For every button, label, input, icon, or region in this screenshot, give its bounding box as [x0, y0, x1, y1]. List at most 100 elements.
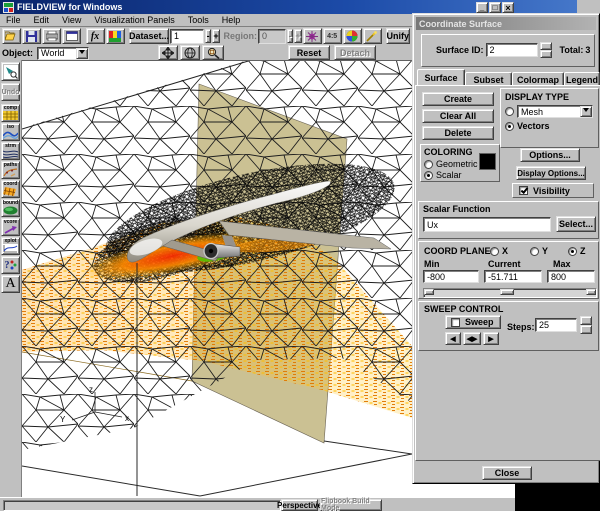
coord-slider-handle[interactable] [500, 289, 514, 295]
tool-vortex-cores[interactable]: vcore [1, 218, 20, 236]
tool-iso-surface[interactable]: iso [1, 123, 20, 141]
region-decrement-button: - [287, 29, 293, 43]
mesh-radio[interactable] [505, 107, 514, 116]
dataset-number-input[interactable] [170, 29, 204, 44]
menu-tools[interactable]: Tools [188, 15, 209, 25]
coord-plane-label: COORD PLANE: [424, 246, 490, 256]
surface-id-decrement-button[interactable] [540, 50, 552, 58]
dataset-button[interactable]: Dataset... [129, 28, 169, 44]
display-options-button[interactable]: Display Options... [516, 166, 586, 180]
dataset-increment-button[interactable]: + [212, 29, 219, 43]
min-input[interactable] [423, 270, 479, 283]
tool-streamlines[interactable]: strm [1, 142, 20, 160]
menu-visualization-panels[interactable]: Visualization Panels [94, 15, 174, 25]
pan-button[interactable] [158, 45, 178, 60]
visibility-checkbox[interactable] [519, 186, 528, 195]
surface-id-input[interactable] [486, 43, 538, 57]
reset-button[interactable]: Reset [288, 45, 330, 60]
color-wheel-button[interactable] [343, 28, 362, 44]
dialog-close-button[interactable]: Close [482, 466, 532, 480]
axis-y-label: Y [60, 415, 66, 424]
plot-icon [3, 244, 18, 253]
coord-z-radio[interactable] [568, 247, 577, 256]
tool-annotation[interactable]: A [1, 275, 20, 293]
coord-y-radio[interactable] [530, 247, 539, 256]
surface-id-increment-button[interactable] [540, 42, 552, 50]
tool-probe[interactable]: ? [1, 256, 20, 274]
view-arrow-icon [4, 65, 18, 79]
coord-slider-track[interactable] [423, 288, 597, 298]
print-button[interactable] [42, 28, 61, 44]
sweep-back-button[interactable]: ◀ [445, 332, 461, 345]
picker-button[interactable] [363, 28, 382, 44]
sweep-toggle-button[interactable]: Sweep [445, 315, 501, 329]
unify-button[interactable]: Unify [386, 28, 411, 44]
sweep-checkbox[interactable] [451, 318, 460, 327]
comp-grid-icon [3, 111, 18, 120]
steps-input[interactable] [535, 318, 577, 332]
3d-viewport[interactable]: z x Y [22, 60, 412, 497]
maximize-button[interactable]: □ [489, 2, 501, 13]
aspect-ratio-button[interactable]: 4:5 [323, 28, 342, 44]
probe-button[interactable] [303, 28, 322, 44]
select-button[interactable]: Select... [556, 216, 596, 232]
object-dropdown[interactable]: World [37, 47, 89, 60]
object-dropdown-arrow[interactable] [76, 48, 88, 59]
scalar-function-label: Scalar Function [423, 204, 598, 214]
delete-button[interactable]: Delete [422, 126, 494, 140]
max-input[interactable] [547, 270, 595, 283]
visibility-box: Visibility [512, 183, 594, 198]
coord-slider-left-cap[interactable] [424, 289, 434, 295]
coord-z-label: Z [580, 246, 586, 256]
geometric-radio[interactable] [424, 160, 433, 169]
close-button[interactable]: × [502, 2, 514, 13]
menu-file[interactable]: File [6, 15, 21, 25]
visibility-label: Visibility [533, 186, 570, 196]
app-icon [3, 2, 14, 13]
zoom-button[interactable] [202, 45, 224, 60]
tool-boundary-surface[interactable]: bound [1, 199, 20, 217]
open-button[interactable] [2, 28, 21, 44]
options-button[interactable]: Options... [520, 148, 580, 162]
dialog-title-bar[interactable]: Coordinate Surface [416, 17, 596, 30]
scalar-function-field[interactable]: Ux [423, 217, 551, 232]
rotate-button[interactable] [180, 45, 200, 60]
dataset-decrement-button[interactable]: - [205, 29, 211, 43]
current-input[interactable] [484, 270, 542, 283]
coord-x-radio[interactable] [490, 247, 499, 256]
menu-edit[interactable]: Edit [34, 15, 50, 25]
coordinate-surface-dialog: Coordinate Surface Surface ID: Total: 3 … [412, 13, 600, 484]
sweep-bounce-button[interactable]: ◀▶ [463, 332, 481, 345]
minimize-button[interactable]: _ [476, 2, 488, 13]
probe-icon [306, 31, 318, 42]
scalar-radio[interactable] [424, 171, 433, 180]
fx-icon: fx [91, 31, 99, 42]
viewer-window-button[interactable] [62, 28, 81, 44]
tool-xy-plot[interactable]: xplot [1, 237, 20, 255]
tool-particle-paths[interactable]: paths [1, 161, 20, 179]
surface-id-group: Surface ID: Total: 3 [421, 34, 595, 67]
flipbook-build-mode-button: Flipbook Build Mode [320, 499, 382, 511]
object-selector: Object: World [2, 46, 89, 60]
menu-view[interactable]: View [62, 15, 81, 25]
mesh-dropdown[interactable]: Mesh [517, 105, 593, 118]
view-tool-button[interactable] [1, 62, 20, 81]
sweep-label: Sweep [465, 317, 494, 327]
create-button[interactable]: Create [422, 92, 494, 106]
function-button[interactable]: fx [86, 28, 105, 44]
clear-all-button[interactable]: Clear All [422, 109, 494, 123]
save-button[interactable] [22, 28, 41, 44]
steps-increment-button[interactable] [580, 316, 592, 325]
menu-help[interactable]: Help [222, 15, 241, 25]
tool-coord-surface[interactable]: coord [1, 180, 20, 198]
color-swatch[interactable] [479, 153, 496, 170]
mesh-dropdown-arrow[interactable] [580, 106, 592, 117]
tool-comp-surface[interactable]: comp [1, 104, 20, 122]
colormap-button[interactable] [106, 28, 125, 44]
steps-decrement-button[interactable] [580, 325, 592, 334]
sweep-forward-button[interactable]: ▶ [483, 332, 499, 345]
vectors-radio[interactable] [505, 122, 514, 131]
min-label: Min [424, 259, 484, 269]
coord-slider-right-cap[interactable] [586, 289, 596, 295]
perspective-button[interactable]: Perspective [281, 499, 318, 511]
